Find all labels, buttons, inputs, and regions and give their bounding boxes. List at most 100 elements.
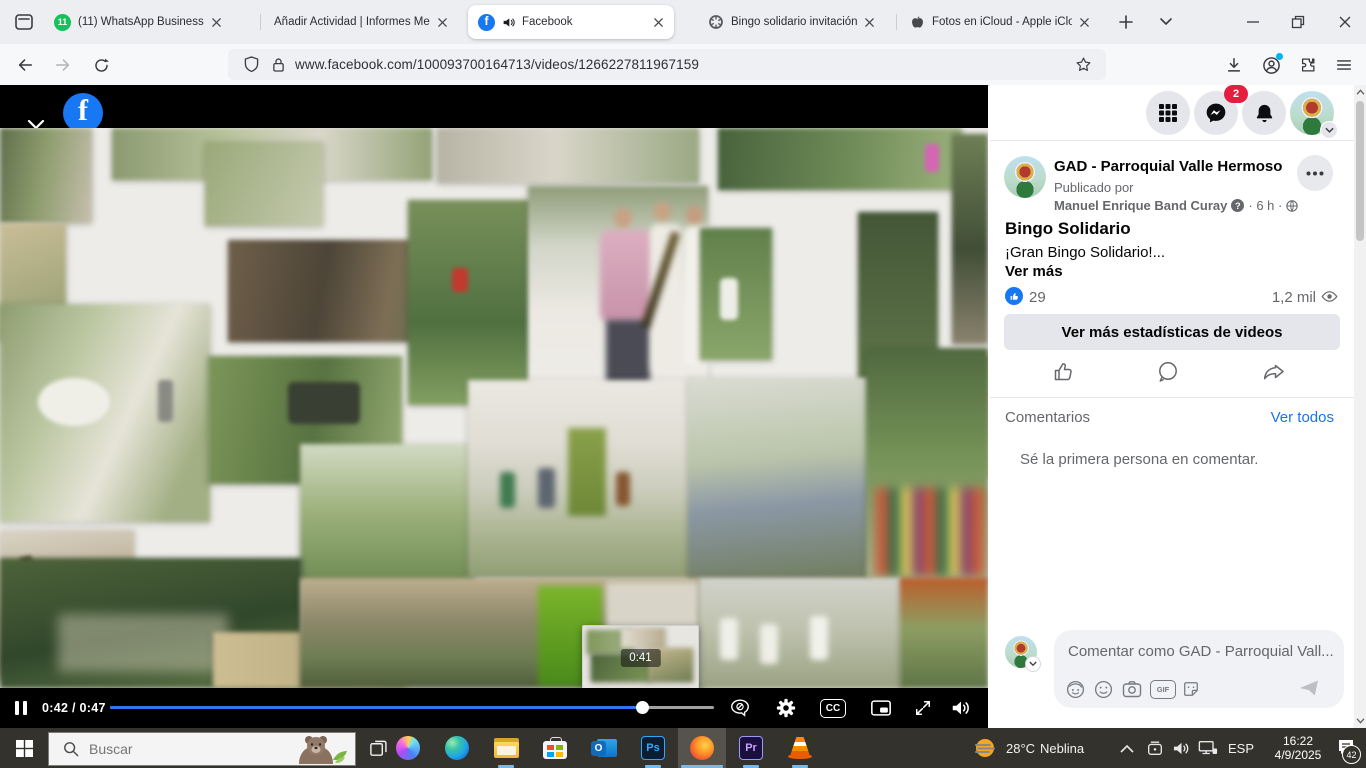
url-text[interactable]: www.facebook.com/100093700164713/videos/…: [295, 57, 699, 72]
scroll-down-arrow[interactable]: [1354, 714, 1366, 728]
facebook-logo[interactable]: f: [63, 93, 103, 133]
taskbar-premiere-icon[interactable]: Pr: [727, 728, 775, 768]
seek-fill: [110, 706, 642, 709]
tab-close-icon[interactable]: [211, 17, 222, 28]
whatsapp-badge-icon: 11: [54, 14, 71, 31]
composer-identity-chevron[interactable]: [1025, 656, 1041, 672]
video-player[interactable]: f: [0, 85, 988, 728]
taskbar-clock[interactable]: 16:22 4/9/2025: [1262, 728, 1334, 768]
fb-messenger-button[interactable]: 2: [1194, 91, 1238, 135]
picture-in-picture-button[interactable]: [868, 695, 894, 721]
window-restore-button[interactable]: [1283, 0, 1313, 44]
share-action-button[interactable]: [1262, 360, 1286, 384]
start-button[interactable]: [0, 728, 48, 768]
comments-disabled-icon[interactable]: [727, 695, 753, 721]
lock-icon[interactable]: [272, 57, 285, 73]
pause-button[interactable]: [8, 695, 34, 721]
author-name[interactable]: Manuel Enrique Band Curay: [1054, 198, 1227, 213]
settings-gear-icon[interactable]: [773, 695, 799, 721]
scroll-up-arrow[interactable]: [1354, 85, 1366, 99]
tab-close-icon[interactable]: [1079, 17, 1090, 28]
taskbar-file-explorer-icon[interactable]: [482, 728, 530, 768]
url-bar[interactable]: www.facebook.com/100093700164713/videos/…: [228, 49, 1106, 80]
emoji-icon[interactable]: [1094, 680, 1113, 699]
seek-handle[interactable]: [636, 701, 649, 714]
seek-bar[interactable]: [110, 706, 714, 709]
weather-icon[interactable]: [972, 728, 998, 768]
post-options-button[interactable]: [1297, 155, 1333, 191]
collage-figure: [58, 614, 228, 672]
back-button[interactable]: [12, 52, 38, 78]
send-comment-icon[interactable]: [1298, 678, 1320, 698]
taskbar-edge-icon[interactable]: [433, 728, 481, 768]
post-time[interactable]: · 6 h ·: [1248, 198, 1282, 213]
tab-title: Facebook: [522, 16, 573, 28]
weather-text[interactable]: 28°C Neblina: [1006, 728, 1084, 768]
volume-button[interactable]: [948, 695, 974, 721]
fb-apps-menu-button[interactable]: [1146, 91, 1190, 135]
like-action-button[interactable]: [1052, 360, 1076, 384]
tray-network-icon[interactable]: [1198, 728, 1218, 768]
scrollbar-thumb[interactable]: [1356, 101, 1364, 241]
reload-button[interactable]: [88, 52, 114, 78]
page-avatar[interactable]: [1004, 156, 1046, 198]
comment-composer[interactable]: Comentar como GAD - Parroquial Vall... G…: [1054, 630, 1344, 708]
menu-hamburger-icon[interactable]: [1331, 52, 1357, 78]
fb-notifications-button[interactable]: [1242, 91, 1286, 135]
new-tab-button[interactable]: [1116, 12, 1136, 32]
fullscreen-button[interactable]: [910, 695, 936, 721]
closed-captions-button[interactable]: CC: [820, 699, 846, 718]
tab-facebook-active[interactable]: f Facebook: [468, 5, 674, 39]
forward-button[interactable]: [50, 52, 76, 78]
tab-chatgpt[interactable]: Bingo solidario invitación: [700, 0, 908, 44]
tab-whatsapp[interactable]: 11 (11) WhatsApp Business: [48, 0, 270, 44]
bookmark-star-icon[interactable]: [1075, 56, 1092, 73]
taskbar-copilot-icon[interactable]: [384, 728, 432, 768]
taskbar-outlook-icon[interactable]: O: [580, 728, 628, 768]
search-highlight-bear-image[interactable]: [293, 734, 349, 764]
video-stats-button[interactable]: Ver más estadísticas de videos: [1004, 314, 1340, 350]
help-icon[interactable]: ?: [1231, 199, 1244, 212]
window-close-button[interactable]: [1330, 0, 1360, 44]
page-name[interactable]: GAD - Parroquial Valle Hermoso: [1054, 158, 1282, 175]
tab-separator: [260, 14, 261, 30]
taskbar-photoshop-icon[interactable]: Ps: [629, 728, 677, 768]
downloads-icon[interactable]: [1221, 52, 1247, 78]
tab-close-icon[interactable]: [864, 17, 875, 28]
page-scrollbar[interactable]: [1354, 85, 1366, 728]
language-indicator[interactable]: ESP: [1228, 728, 1254, 768]
extensions-puzzle-icon[interactable]: [1295, 52, 1321, 78]
notification-center-button[interactable]: 42: [1336, 728, 1358, 768]
composer-avatar[interactable]: [1005, 636, 1037, 668]
taskbar-ms-store-icon[interactable]: [531, 728, 579, 768]
see-more-link[interactable]: Ver más: [1005, 263, 1063, 280]
shield-icon[interactable]: [244, 56, 259, 73]
avatar-sticker-icon[interactable]: [1066, 680, 1085, 699]
tab-list-chevron[interactable]: [1158, 16, 1174, 28]
weather-temp: 28°C: [1006, 741, 1035, 756]
tab-close-icon[interactable]: [653, 17, 664, 28]
window-minimize-button[interactable]: [1238, 0, 1268, 44]
tab-title: Añadir Actividad | Informes Mens: [274, 16, 430, 28]
taskbar-firefox-icon-active[interactable]: [678, 728, 726, 768]
account-icon[interactable]: [1258, 52, 1284, 78]
tray-chevron-up[interactable]: [1120, 728, 1134, 768]
tab-informes[interactable]: Añadir Actividad | Informes Mens: [266, 0, 478, 44]
gif-icon[interactable]: GIF: [1150, 680, 1176, 699]
taskbar-vlc-icon[interactable]: [776, 728, 824, 768]
taskbar-search-box[interactable]: [48, 732, 356, 766]
tray-volume-icon[interactable]: [1172, 728, 1191, 768]
sticker-icon[interactable]: [1182, 680, 1200, 698]
see-all-comments-link[interactable]: Ver todos: [990, 409, 1334, 426]
tab-icloud[interactable]: Fotos en iCloud - Apple iClou: [902, 0, 1116, 44]
collage-figure: [600, 230, 652, 322]
tab-close-icon[interactable]: [437, 17, 448, 28]
composer-placeholder[interactable]: Comentar como GAD - Parroquial Vall...: [1068, 643, 1334, 660]
tray-device-icon[interactable]: [1146, 728, 1164, 768]
fb-account-avatar[interactable]: [1290, 91, 1334, 135]
firefox-view-button[interactable]: [14, 12, 34, 32]
search-input[interactable]: [87, 740, 281, 758]
tab-audio-icon[interactable]: [502, 16, 515, 29]
camera-icon[interactable]: [1122, 680, 1142, 698]
comment-action-button[interactable]: [1156, 360, 1180, 384]
